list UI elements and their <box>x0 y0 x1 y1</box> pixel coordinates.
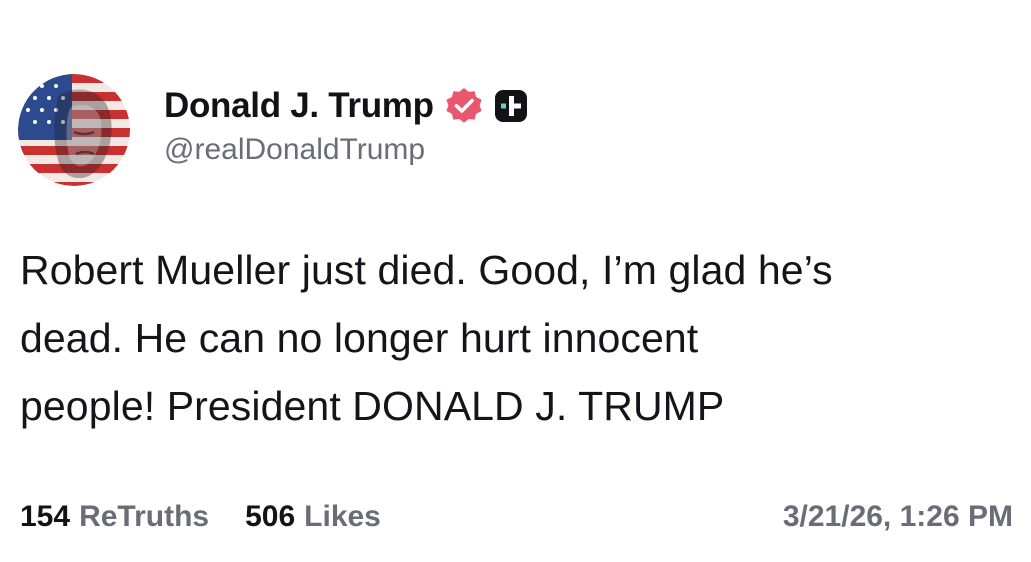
post-body: Robert Mueller just died. Good, I’m glad… <box>20 236 980 440</box>
display-name[interactable]: Donald J. Trump <box>164 86 434 126</box>
name-row: Donald J. Trump <box>164 81 528 131</box>
likes-count: 506 <box>245 500 296 533</box>
plus-badge-icon <box>494 89 528 123</box>
post-body-line: dead. He can no longer hurt innocent <box>20 315 699 361</box>
post-body-line: Robert Mueller just died. Good, I’m glad… <box>20 247 833 293</box>
post-body-line: people! President DONALD J. TRUMP <box>20 383 725 429</box>
post-header: Donald J. Trump @realDonaldTrump <box>18 74 528 186</box>
retruths-label: ReTruths <box>79 500 210 533</box>
avatar[interactable] <box>18 74 130 186</box>
author-handle[interactable]: @realDonaldTrump <box>164 133 528 167</box>
post-timestamp[interactable]: 3/21/26, 1:26 PM <box>783 500 1013 534</box>
author-identity: Donald J. Trump @realDonaldTrump <box>164 81 528 167</box>
likes-stat[interactable]: 506 Likes <box>245 500 381 534</box>
post-stats: 154 ReTruths 506 Likes <box>20 500 417 534</box>
verified-check-icon <box>444 86 484 126</box>
retruths-stat[interactable]: 154 ReTruths <box>20 500 209 534</box>
retruths-count: 154 <box>20 500 71 533</box>
truth-post: Donald J. Trump @realDonaldTrump Robert … <box>0 0 1031 562</box>
flag-portrait-avatar-icon <box>18 74 130 186</box>
likes-label: Likes <box>304 500 381 533</box>
